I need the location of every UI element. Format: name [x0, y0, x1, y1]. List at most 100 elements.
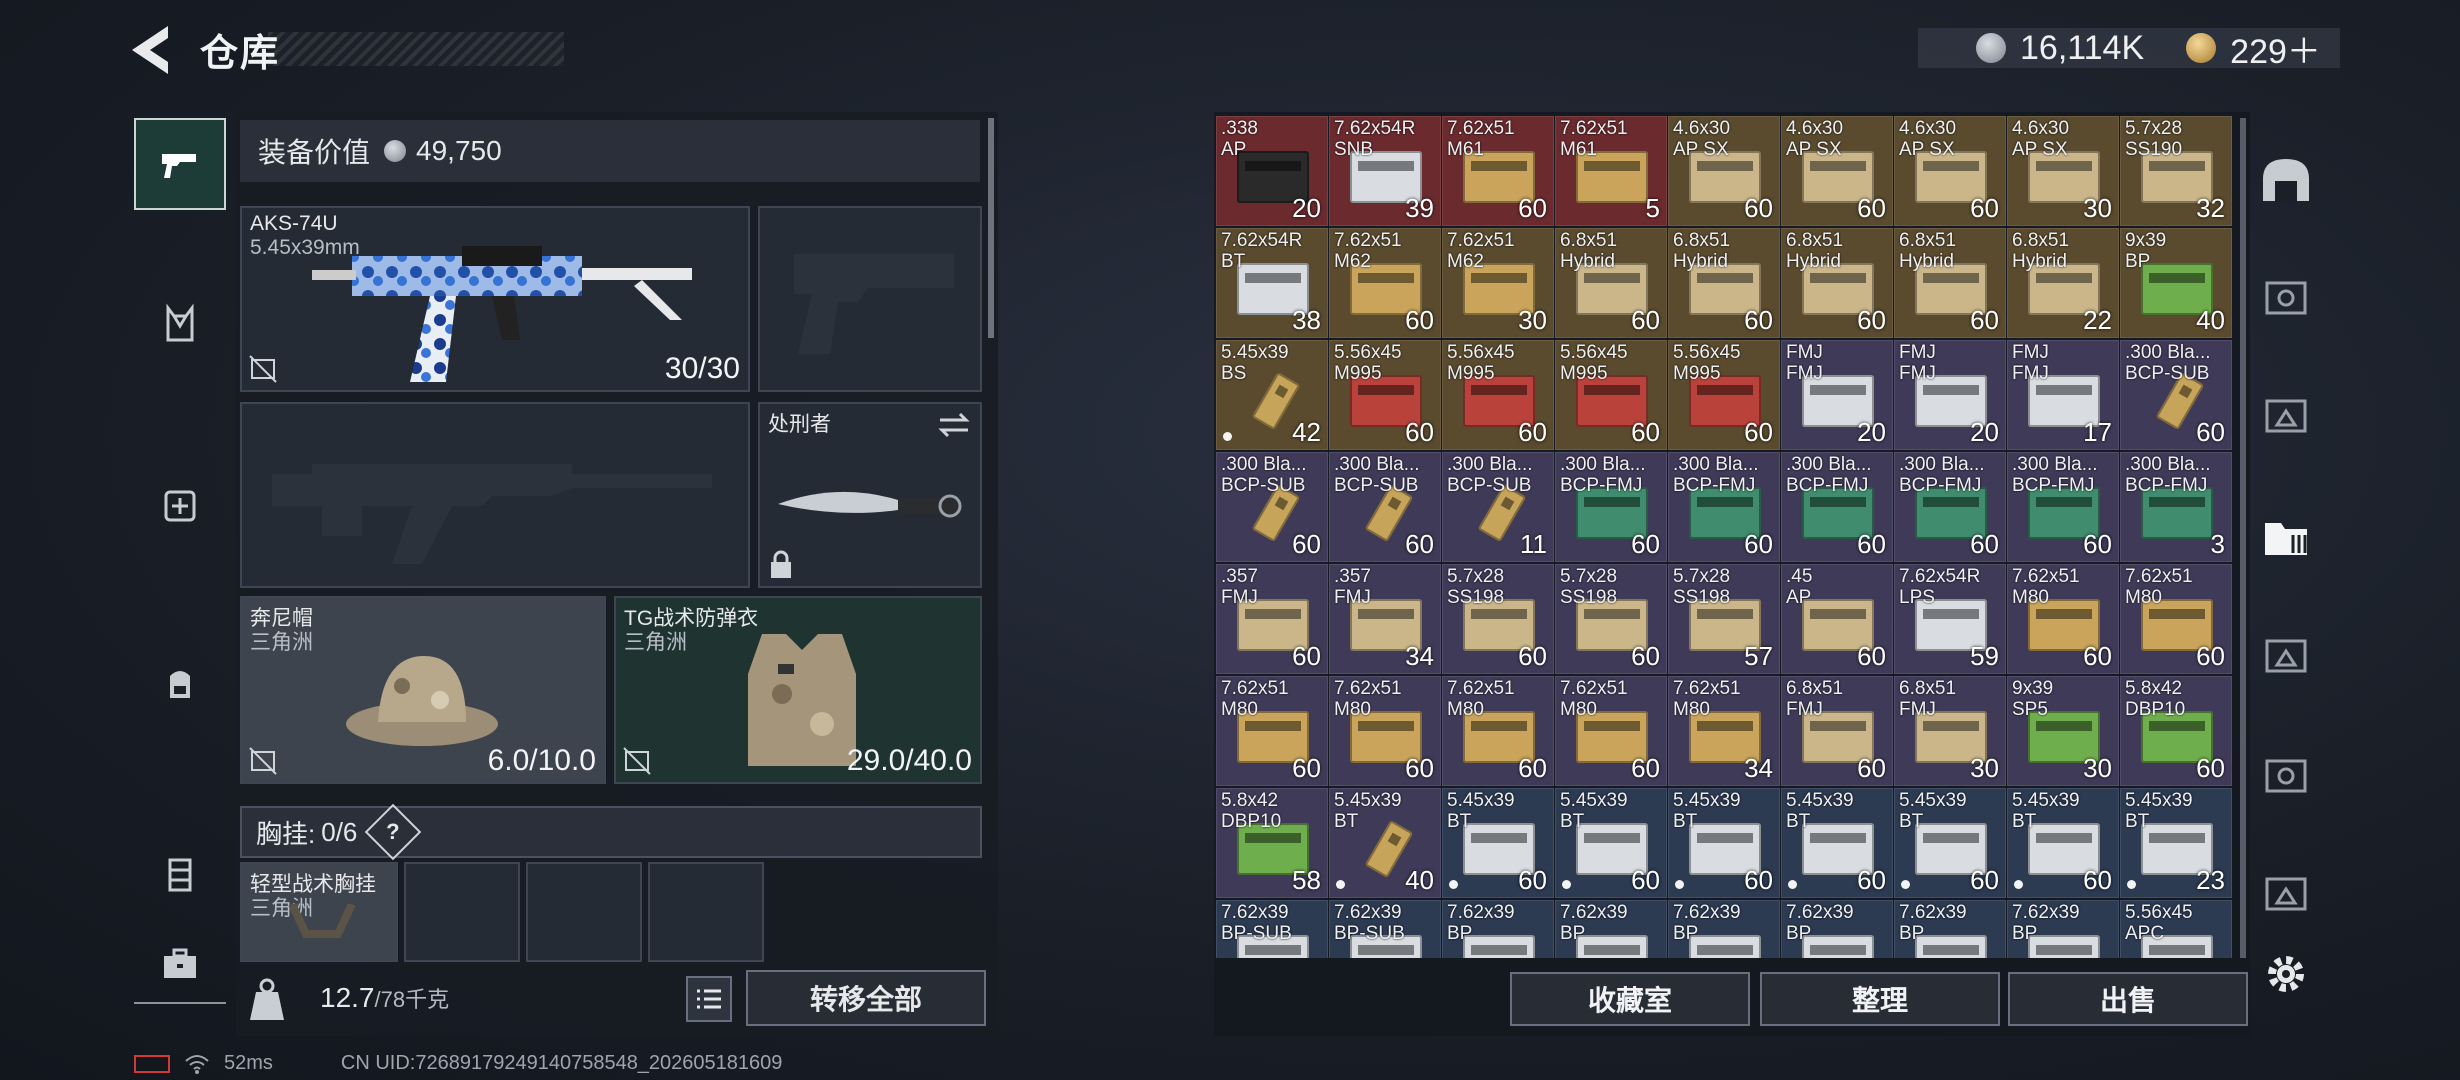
- list-view-button[interactable]: [686, 976, 732, 1022]
- ammo-cell[interactable]: .300 Bla... BCP-FMJ 3: [2120, 452, 2232, 562]
- rail-item-medical[interactable]: [134, 458, 226, 550]
- sell-button[interactable]: 出售: [2008, 972, 2248, 1026]
- ammo-cell[interactable]: 5.7x28 SS198 60: [1442, 564, 1554, 674]
- stash-tab-iii-c[interactable]: [2256, 862, 2316, 922]
- loadout-scrollbar[interactable]: [988, 118, 994, 338]
- ammo-cell[interactable]: 5.56x45 M995 60: [1329, 340, 1441, 450]
- stash-tab-iv-active[interactable]: [2256, 506, 2316, 566]
- ammo-cell[interactable]: 7.62x51 M80 60: [1442, 676, 1554, 786]
- ammo-cell[interactable]: 7.62x39 BP: [1555, 900, 1667, 958]
- stash-scrollbar[interactable]: [2240, 118, 2246, 958]
- ammo-cell[interactable]: 6.8x51 Hybrid 22: [2007, 228, 2119, 338]
- ammo-cell[interactable]: 5.56x45 M995 60: [1555, 340, 1667, 450]
- ammo-cell[interactable]: 5.45x39 BT 60: [1668, 788, 1780, 898]
- ammo-cell[interactable]: .300 Bla... BCP-FMJ 60: [1555, 452, 1667, 562]
- secondary-weapon-slot[interactable]: [240, 402, 750, 588]
- ammo-cell[interactable]: 7.62x39 BP: [1668, 900, 1780, 958]
- ammo-cell[interactable]: .300 Bla... BCP-FMJ 60: [1781, 452, 1893, 562]
- gold-coin-amount[interactable]: 229＋: [2230, 24, 2321, 73]
- ammo-cell[interactable]: 5.45x39 BT 40: [1329, 788, 1441, 898]
- ammo-cell[interactable]: 7.62x39 BP: [2007, 900, 2119, 958]
- ammo-cell[interactable]: 4.6x30 AP SX 60: [1894, 116, 2006, 226]
- chest-rig-empty-slot[interactable]: [648, 862, 764, 962]
- ammo-cell[interactable]: 5.8x42 DBP10 60: [2120, 676, 2232, 786]
- ammo-cell[interactable]: 6.8x51 Hybrid 60: [1668, 228, 1780, 338]
- ammo-cell[interactable]: 5.56x45 M995 60: [1668, 340, 1780, 450]
- ammo-cell[interactable]: 7.62x51 M80 60: [1216, 676, 1328, 786]
- ammo-cell[interactable]: 4.6x30 AP SX 60: [1668, 116, 1780, 226]
- pistol-slot[interactable]: [758, 206, 982, 392]
- ammo-cell[interactable]: 6.8x51 Hybrid 60: [1555, 228, 1667, 338]
- stash-tab-main[interactable]: [2256, 150, 2316, 210]
- sort-button[interactable]: 整理: [1760, 972, 2000, 1026]
- ammo-cell[interactable]: 7.62x51 M62 60: [1329, 228, 1441, 338]
- ammo-cell[interactable]: 7.62x54R LPS 59: [1894, 564, 2006, 674]
- chest-rig-empty-slot[interactable]: [404, 862, 520, 962]
- ammo-cell[interactable]: 6.8x51 FMJ 60: [1781, 676, 1893, 786]
- ammo-cell[interactable]: .300 Bla... BCP-SUB 60: [2120, 340, 2232, 450]
- ammo-cell[interactable]: 7.62x51 M80 60: [1329, 676, 1441, 786]
- ammo-cell[interactable]: 5.45x39 BT 60: [1442, 788, 1554, 898]
- ammo-cell[interactable]: FMJ FMJ 20: [1894, 340, 2006, 450]
- ammo-cell[interactable]: 6.8x51 Hybrid 60: [1781, 228, 1893, 338]
- melee-slot[interactable]: 处刑者: [758, 402, 982, 588]
- ammo-cell[interactable]: 9x39 SP5 30: [2007, 676, 2119, 786]
- ammo-cell[interactable]: 5.45x39 BS 42: [1216, 340, 1328, 450]
- ammo-cell[interactable]: 5.7x28 SS190 32: [2120, 116, 2232, 226]
- stash-tab-iii-b[interactable]: [2256, 624, 2316, 684]
- ammo-cell[interactable]: .300 Bla... BCP-FMJ 60: [1668, 452, 1780, 562]
- rail-item-misc[interactable]: [134, 918, 226, 1010]
- ammo-cell[interactable]: FMJ FMJ 20: [1781, 340, 1893, 450]
- ammo-cell[interactable]: 7.62x39 BP: [1442, 900, 1554, 958]
- transfer-all-button[interactable]: 转移全部: [746, 970, 986, 1026]
- collection-room-button[interactable]: 收藏室: [1510, 972, 1750, 1026]
- ammo-cell[interactable]: FMJ FMJ 17: [2007, 340, 2119, 450]
- gold-coin-icon[interactable]: [2186, 33, 2217, 63]
- settings-gear-icon[interactable]: [2262, 950, 2310, 998]
- ammo-cell[interactable]: .300 Bla... BCP-SUB 11: [1442, 452, 1554, 562]
- primary-weapon-slot[interactable]: AKS-74U 5.45x39mm 30/30: [240, 206, 750, 392]
- stash-tab-iv[interactable]: [2256, 744, 2316, 804]
- ammo-cell[interactable]: .357 FMJ 34: [1329, 564, 1441, 674]
- swap-icon[interactable]: [936, 410, 972, 440]
- ammo-cell[interactable]: 5.45x39 BT 60: [1555, 788, 1667, 898]
- ammo-cell[interactable]: 7.62x51 M62 30: [1442, 228, 1554, 338]
- stash-tab-iii[interactable]: [2256, 384, 2316, 444]
- ammo-cell[interactable]: 7.62x54R SNB 39: [1329, 116, 1441, 226]
- ammo-cell[interactable]: 4.6x30 AP SX 60: [1781, 116, 1893, 226]
- stash-tab-v[interactable]: [2256, 266, 2316, 326]
- help-button[interactable]: ?: [365, 803, 422, 861]
- ammo-cell[interactable]: 7.62x39 BP-SUB: [1329, 900, 1441, 958]
- helmet-slot[interactable]: 奔尼帽 三角洲 6.0/10.0: [240, 596, 606, 784]
- ammo-cell[interactable]: 7.62x51 M61 5: [1555, 116, 1667, 226]
- ammo-cell[interactable]: 5.7x28 SS198 57: [1668, 564, 1780, 674]
- ammo-cell[interactable]: 7.62x39 BP: [1781, 900, 1893, 958]
- ammo-cell[interactable]: 5.45x39 BT 60: [2007, 788, 2119, 898]
- ammo-cell[interactable]: .45 AP 60: [1781, 564, 1893, 674]
- ammo-cell[interactable]: 6.8x51 Hybrid 60: [1894, 228, 2006, 338]
- ammo-cell[interactable]: .300 Bla... BCP-SUB 60: [1216, 452, 1328, 562]
- rail-item-chest-rig[interactable]: [134, 278, 226, 370]
- ammo-cell[interactable]: 7.62x51 M80 60: [1555, 676, 1667, 786]
- ammo-cell[interactable]: 5.8x42 DBP10 58: [1216, 788, 1328, 898]
- armor-slot[interactable]: TG战术防弹衣 三角洲 29.0/40.0: [614, 596, 982, 784]
- ammo-cell[interactable]: 4.6x30 AP SX 30: [2007, 116, 2119, 226]
- chest-rig-item-slot[interactable]: 轻型战术胸挂 三角洲: [240, 862, 398, 962]
- ammo-cell[interactable]: 5.56x45 APC: [2120, 900, 2232, 958]
- ammo-cell[interactable]: 7.62x39 BP: [1894, 900, 2006, 958]
- ammo-cell[interactable]: 5.7x28 SS198 60: [1555, 564, 1667, 674]
- rail-item-backpack[interactable]: [134, 638, 226, 730]
- ammo-cell[interactable]: 5.45x39 BT 60: [1781, 788, 1893, 898]
- ammo-cell[interactable]: .300 Bla... BCP-FMJ 60: [2007, 452, 2119, 562]
- ammo-cell[interactable]: .357 FMJ 60: [1216, 564, 1328, 674]
- rail-item-weapons[interactable]: [134, 118, 226, 210]
- ammo-cell[interactable]: 7.62x51 M80 34: [1668, 676, 1780, 786]
- ammo-cell[interactable]: 6.8x51 FMJ 30: [1894, 676, 2006, 786]
- ammo-cell[interactable]: 7.62x39 BP-SUB: [1216, 900, 1328, 958]
- ammo-cell[interactable]: .300 Bla... BCP-SUB 60: [1329, 452, 1441, 562]
- ammo-cell[interactable]: 7.62x51 M80 60: [2120, 564, 2232, 674]
- ammo-cell[interactable]: 7.62x51 M80 60: [2007, 564, 2119, 674]
- ammo-cell[interactable]: 7.62x54R BT 38: [1216, 228, 1328, 338]
- ammo-cell[interactable]: 5.45x39 BT 23: [2120, 788, 2232, 898]
- ammo-cell[interactable]: 5.45x39 BT 60: [1894, 788, 2006, 898]
